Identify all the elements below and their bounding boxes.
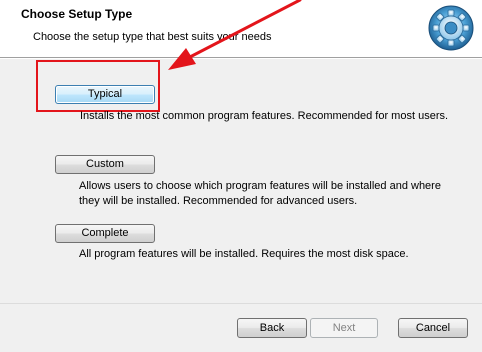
page-title: Choose Setup Type [21, 7, 133, 21]
cancel-button[interactable]: Cancel [398, 318, 468, 338]
footer-divider [0, 303, 482, 304]
page-subtitle: Choose the setup type that best suits yo… [33, 31, 272, 43]
custom-description-line-1: Allows users to choose which program fea… [79, 180, 441, 192]
typical-description-line: Installs the most common program feature… [80, 110, 449, 122]
custom-description-line-2: they will be installed. Recommended for … [79, 195, 358, 207]
typical-description: Installs the most common program feature… [80, 109, 448, 124]
typical-button[interactable]: Typical [55, 85, 155, 104]
back-button[interactable]: Back [237, 318, 307, 338]
complete-description-line: All program features will be installed. … [79, 248, 409, 260]
complete-button[interactable]: Complete [55, 224, 155, 243]
setup-gear-logo-icon [428, 5, 474, 51]
custom-button[interactable]: Custom [55, 155, 155, 174]
dialog-header: Choose Setup Type Choose the setup type … [0, 0, 482, 57]
next-button[interactable]: Next [310, 318, 378, 338]
custom-description: Allows users to choose which program fea… [79, 179, 441, 209]
complete-description: All program features will be installed. … [79, 247, 409, 262]
